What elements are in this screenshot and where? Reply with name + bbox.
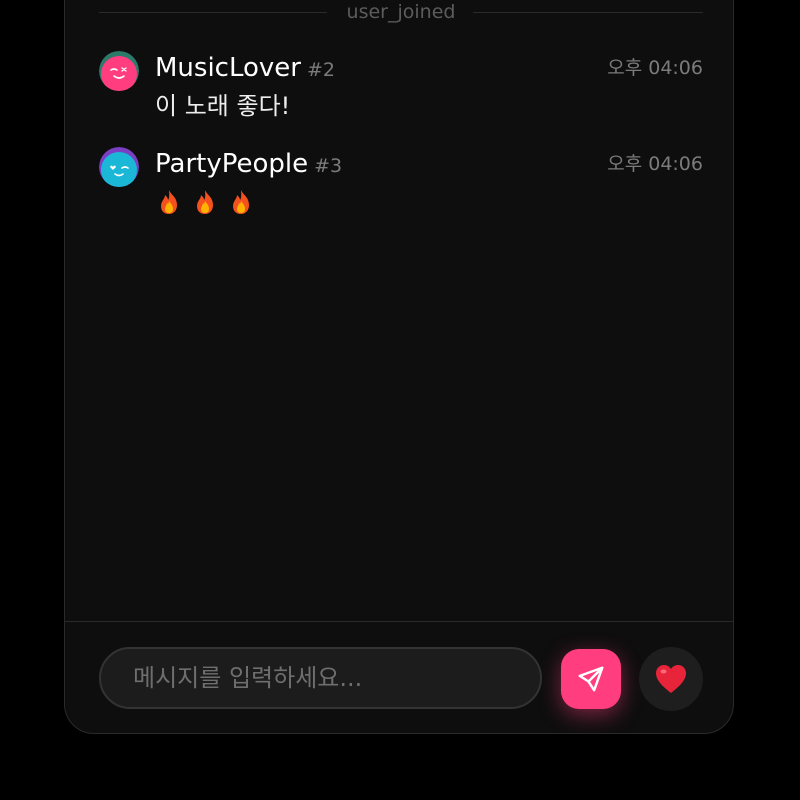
fire-icon [161,190,177,214]
message-text [155,185,263,219]
username[interactable]: PartyPeople [155,149,308,179]
divider-line-right [473,12,703,13]
heart-eyes-face-avatar-icon[interactable] [99,147,139,187]
username[interactable]: MusicLover [155,53,301,83]
chat-panel: user_joined MusicLover #2 오후 04:06 이 노래 좋… [64,0,734,734]
fire-icon [233,190,249,214]
message-header: PartyPeople #3 [155,147,342,181]
message-input[interactable] [99,647,542,709]
message-header: MusicLover #2 [155,51,335,85]
send-icon [578,666,604,692]
user-tag: #3 [314,155,343,177]
message-composer [65,621,733,733]
message-text: 이 노래 좋다! [155,92,291,120]
fire-icon [197,190,213,214]
message-timestamp: 오후 04:06 [607,153,703,175]
heart-reaction-button[interactable] [639,647,703,711]
heart-icon [656,665,686,693]
send-button[interactable] [561,649,621,709]
winking-face-avatar-icon[interactable] [99,51,139,91]
system-divider: user_joined [99,1,703,23]
message-timestamp: 오후 04:06 [607,57,703,79]
user-tag: #2 [306,59,335,81]
